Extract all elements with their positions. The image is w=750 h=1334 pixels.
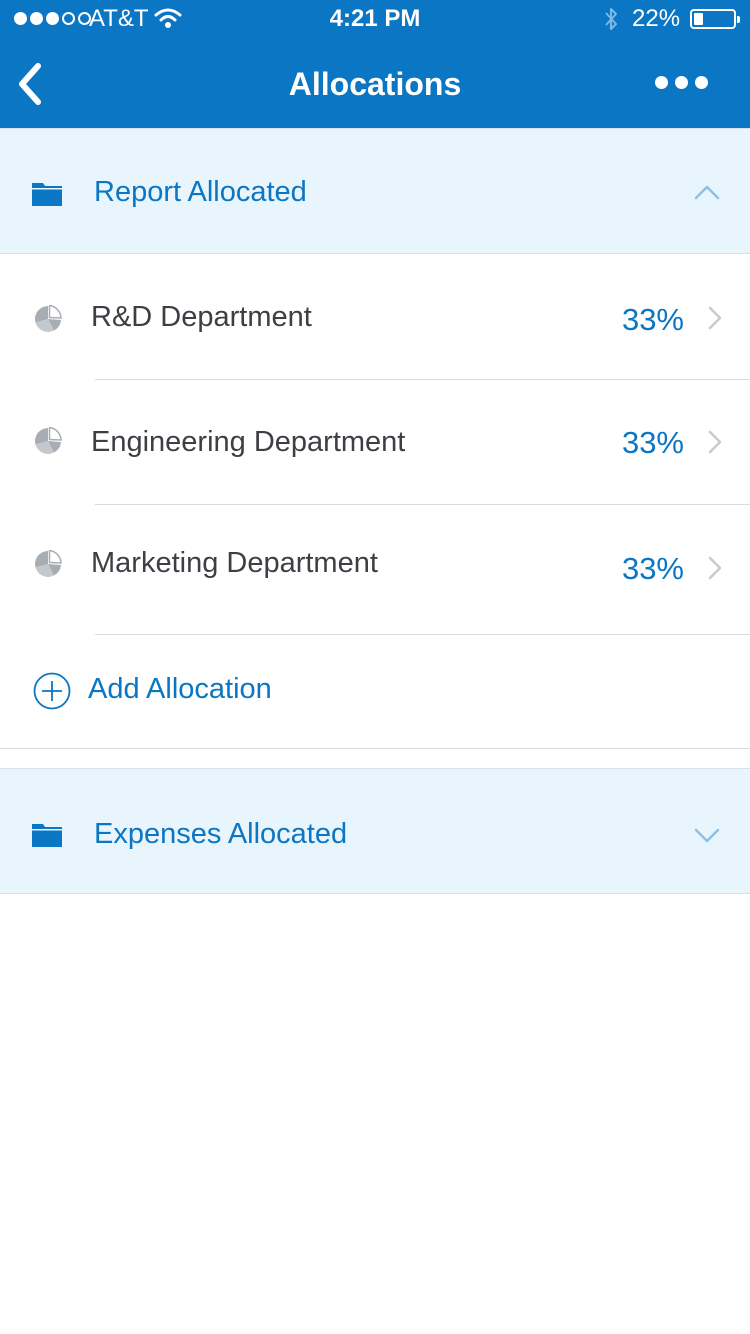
allocation-row[interactable]: Marketing Department 33% (0, 505, 750, 630)
chevron-right-icon (708, 430, 722, 454)
chevron-up-icon[interactable] (694, 183, 720, 201)
bluetooth-icon (605, 8, 617, 30)
expenses-allocated-header[interactable]: Expenses Allocated (0, 768, 750, 894)
folder-icon (32, 183, 62, 206)
pie-chart-icon (35, 305, 62, 332)
allocation-percent: 33% (621, 425, 684, 460)
department-name: R&D Department (91, 301, 312, 333)
section-label: Report Allocated (94, 176, 307, 208)
allocation-percent: 33% (621, 302, 684, 337)
pie-chart-icon (35, 427, 62, 454)
department-name: Engineering Department (91, 426, 406, 458)
pie-chart-icon (35, 550, 62, 577)
chevron-right-icon (708, 556, 722, 580)
department-name: Marketing Department (91, 547, 378, 579)
add-allocation-label: Add Allocation (88, 673, 272, 705)
chevron-right-icon (708, 306, 722, 330)
add-allocation-button[interactable]: Add Allocation (0, 635, 750, 748)
battery-percent: 22% (632, 5, 681, 32)
section-divider (0, 748, 750, 749)
plus-circle-icon (33, 672, 71, 710)
more-dots-icon[interactable] (655, 76, 708, 89)
page-title: Allocations (288, 66, 462, 102)
battery-icon (690, 9, 740, 29)
top-bar: AT&T 4:21 PM 22% Allocations (0, 0, 750, 128)
allocation-percent: 33% (621, 551, 684, 586)
status-bar: AT&T 4:21 PM 22% (0, 0, 750, 40)
folder-icon (32, 824, 62, 847)
chevron-down-icon[interactable] (694, 827, 720, 845)
report-allocated-header[interactable]: Report Allocated (0, 128, 750, 254)
section-label: Expenses Allocated (94, 818, 348, 850)
allocation-row[interactable]: Engineering Department 33% (0, 380, 750, 505)
allocation-row[interactable]: R&D Department 33% (0, 255, 750, 380)
